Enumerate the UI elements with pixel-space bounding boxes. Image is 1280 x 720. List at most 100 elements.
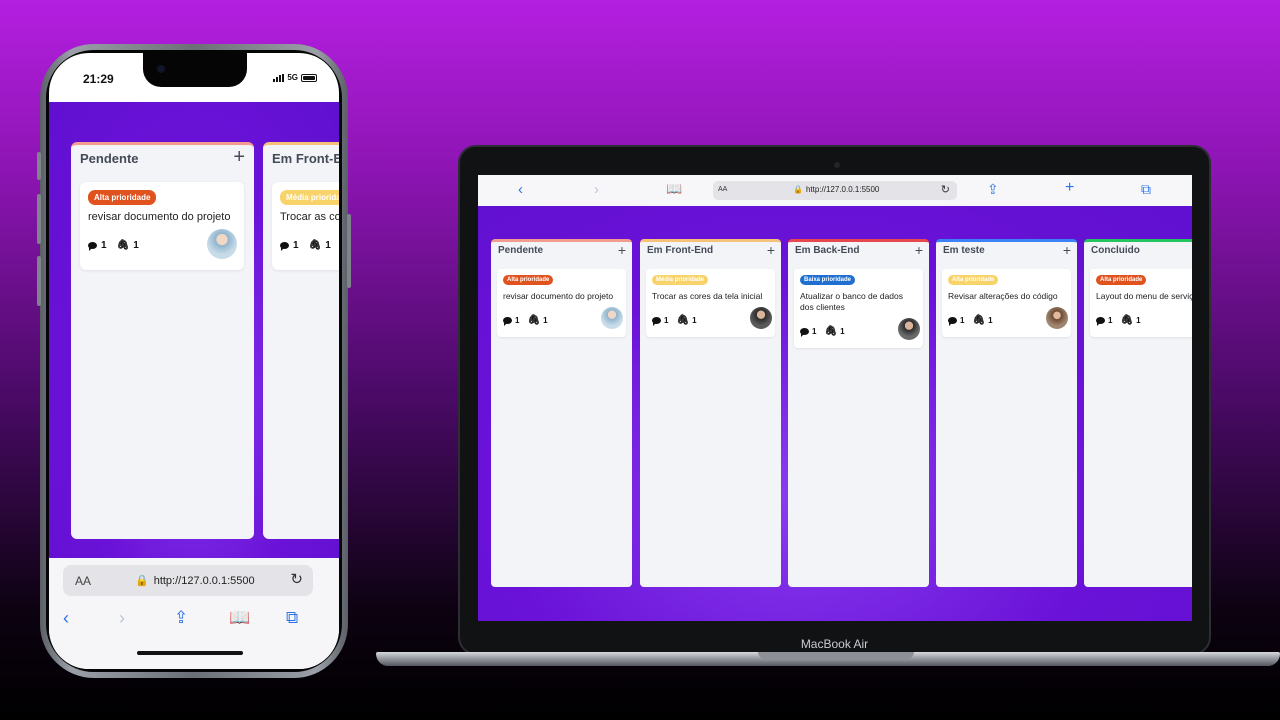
signal-icon [273, 73, 285, 82]
task-title: Layout do menu de serviços [1096, 291, 1192, 301]
phone-nav-buttons: ‹ › ⇪ 📖 ⧉ [49, 608, 339, 628]
task-title: Trocar as cores da tela inicial [652, 291, 763, 301]
task-meta: 1 🖇 1 [1096, 315, 1141, 326]
attachment-icon: 🖇 [308, 240, 322, 251]
priority-badge: Média prioridade [652, 275, 709, 285]
laptop-safari-toolbar: ‹ › 📖 AA 🔒 http://127.0.0.1:5500 ↻ ⇪ + ⧉ [478, 175, 1192, 206]
reload-icon[interactable]: ↻ [941, 183, 950, 196]
phone-kanban-board: Pendente + Alta prioridade revisar docum… [49, 102, 339, 590]
avatar [207, 229, 237, 259]
attachment-count: 1 [543, 316, 548, 325]
back-icon[interactable]: ‹ [63, 608, 69, 629]
attachment-count: 1 [133, 240, 139, 251]
tabs-icon[interactable]: ⧉ [1141, 181, 1151, 198]
task-card[interactable]: Baixa prioridade Atualizar o banco de da… [794, 269, 923, 348]
comment-count: 1 [515, 316, 520, 325]
status-time: 21:29 [83, 72, 114, 86]
laptop-kanban-board: Pendente + Alta prioridade revisar docum… [478, 206, 1192, 621]
url-text: 🔒 http://127.0.0.1:5500 [793, 185, 879, 194]
avatar [601, 307, 623, 329]
url-text: 🔒 http://127.0.0.1:5500 [135, 574, 255, 588]
column-title: Concluido [1091, 245, 1140, 256]
phone-safari-toolbar: AA 🔒 http://127.0.0.1:5500 ↻ ‹ › ⇪ 📖 ⧉ [49, 558, 339, 669]
column-title: Em Front-End [647, 245, 714, 256]
address-bar[interactable]: AA 🔒 http://127.0.0.1:5500 ↻ [63, 565, 313, 596]
task-title: revisar documento do projeto [503, 291, 614, 301]
phone-screen: 21:29 5G Pendente + Alta prioridade revi… [49, 53, 339, 669]
iphone-mockup: 21:29 5G Pendente + Alta prioridade revi… [37, 44, 351, 678]
address-bar[interactable]: AA 🔒 http://127.0.0.1:5500 ↻ [713, 181, 957, 200]
lock-icon: 🔒 [793, 185, 803, 194]
comment-icon [948, 317, 957, 326]
add-card-button[interactable]: + [233, 146, 245, 169]
column-em-front-end: Em Front-End Média prioridade Trocar as … [263, 142, 339, 539]
task-card[interactable]: Alta prioridade Layout do menu de serviç… [1090, 269, 1192, 337]
laptop-brand-label: MacBook Air [800, 637, 869, 651]
column-title: Em teste [943, 245, 985, 256]
add-card-button[interactable]: + [1063, 242, 1071, 258]
reader-aa-button[interactable]: AA [718, 186, 727, 193]
front-camera [157, 65, 165, 73]
comment-count: 1 [812, 327, 817, 336]
phone-volume-down [37, 256, 41, 306]
share-icon[interactable]: ⇪ [174, 608, 188, 628]
task-card[interactable]: Alta prioridade Revisar alterações do có… [942, 269, 1071, 337]
comment-count: 1 [1108, 316, 1113, 325]
task-title: Revisar alterações do código [948, 291, 1058, 301]
new-tab-icon[interactable]: + [1065, 179, 1074, 197]
priority-badge: Média prioridade [280, 190, 339, 205]
task-meta: 1 🖇 1 [280, 240, 331, 251]
priority-badge: Alta prioridade [503, 275, 554, 285]
attachment-count: 1 [325, 240, 331, 251]
url-value: http://127.0.0.1:5500 [153, 574, 255, 587]
priority-badge: Alta prioridade [88, 190, 157, 205]
comment-icon [88, 242, 97, 251]
attachment-icon: 🖇 [527, 315, 541, 326]
forward-icon[interactable]: › [119, 608, 125, 629]
attachment-count: 1 [840, 327, 845, 336]
phone-notch [143, 53, 247, 87]
priority-badge: Baixa prioridade [800, 275, 856, 285]
reload-icon[interactable]: ↻ [290, 570, 303, 588]
url-value: http://127.0.0.1:5500 [805, 185, 880, 194]
avatar [1046, 307, 1068, 329]
avatar [898, 318, 920, 340]
back-icon[interactable]: ‹ [518, 181, 523, 198]
reader-aa-button[interactable]: AA [75, 574, 91, 588]
comment-icon [652, 317, 661, 326]
column-concluido: Concluido Alta prioridade Layout do menu… [1084, 239, 1192, 587]
comment-count: 1 [664, 316, 669, 325]
task-card[interactable]: Alta prioridade revisar documento do pro… [497, 269, 626, 337]
network-label: 5G [287, 73, 298, 82]
comment-icon [800, 328, 809, 337]
comment-count: 1 [101, 240, 107, 251]
forward-icon[interactable]: › [594, 181, 599, 198]
comment-icon [1096, 317, 1105, 326]
column-em-front-end: Em Front-End + Média prioridade Trocar a… [640, 239, 781, 587]
attachment-count: 1 [988, 316, 993, 325]
task-card[interactable]: Média prioridade Trocar as cores da tela… [646, 269, 775, 337]
attachment-count: 1 [1136, 316, 1141, 325]
column-em-back-end: Em Back-End + Baixa prioridade Atualizar… [788, 239, 929, 587]
task-card[interactable]: Alta prioridade revisar documento do pro… [80, 182, 244, 270]
add-card-button[interactable]: + [915, 242, 923, 258]
attachment-icon: 🖇 [1120, 315, 1134, 326]
attachment-icon: 🖇 [972, 315, 986, 326]
priority-badge: Alta prioridade [948, 275, 999, 285]
attachment-icon: 🖇 [676, 315, 690, 326]
add-card-button[interactable]: + [618, 242, 626, 258]
column-title: Pendente [80, 151, 139, 166]
task-card[interactable]: Média prioridade Trocar as cores da tela… [272, 182, 339, 270]
macbook-base-notch [758, 652, 914, 659]
home-indicator [137, 651, 243, 655]
laptop-screen: ‹ › 📖 AA 🔒 http://127.0.0.1:5500 ↻ ⇪ + ⧉… [478, 175, 1192, 621]
add-card-button[interactable]: + [767, 242, 775, 258]
share-icon[interactable]: ⇪ [987, 181, 999, 198]
task-meta: 1 🖇 1 [652, 315, 697, 326]
task-meta: 1 🖇 1 [948, 315, 993, 326]
bookmarks-icon[interactable]: 📖 [666, 181, 682, 197]
tabs-icon[interactable]: ⧉ [286, 608, 298, 628]
bookmarks-icon[interactable]: 📖 [229, 608, 250, 628]
attachment-count: 1 [692, 316, 697, 325]
lock-icon: 🔒 [135, 575, 149, 587]
